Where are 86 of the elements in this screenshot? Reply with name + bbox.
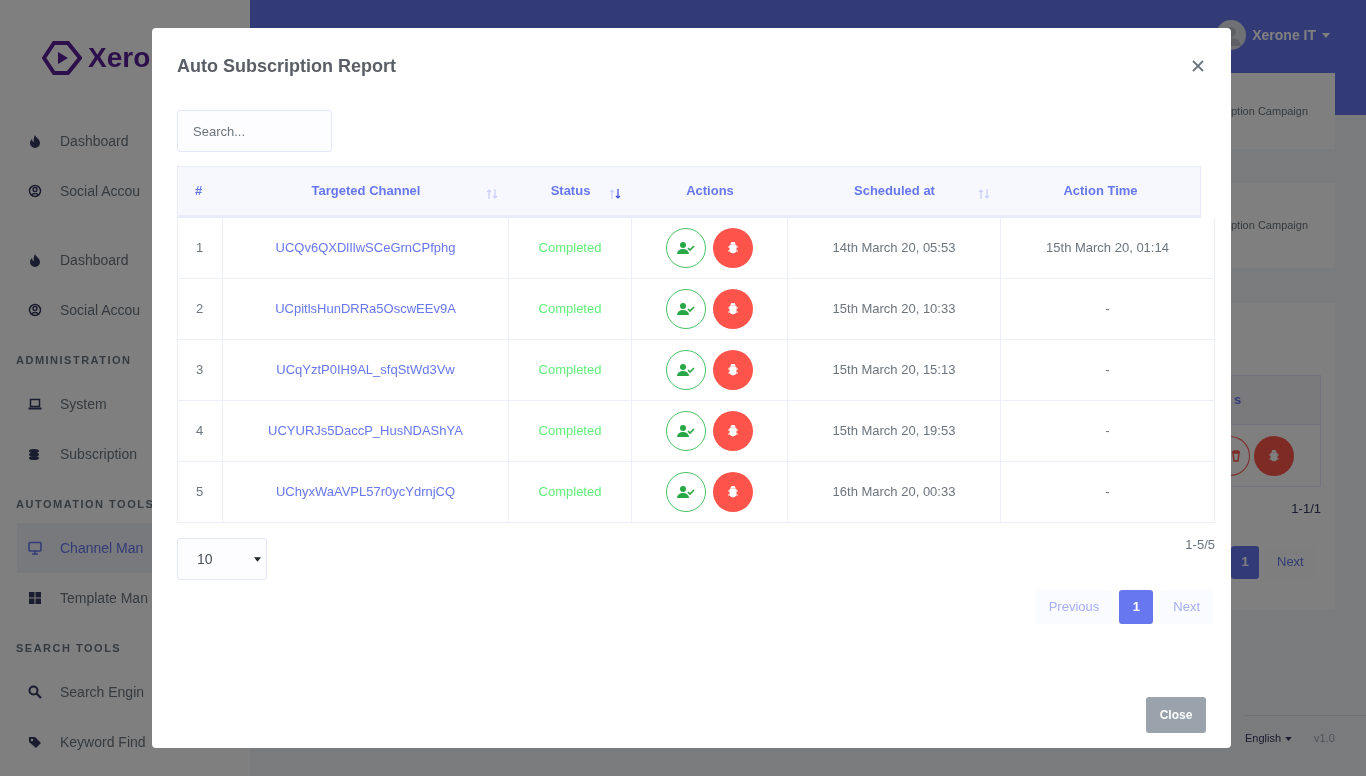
card-title: ption Campaign <box>1231 103 1309 119</box>
grid-icon <box>28 591 42 605</box>
bug-button[interactable] <box>713 411 753 451</box>
scheduled-time: 15th March 20, 19:53 <box>832 422 956 441</box>
user-circle-icon <box>28 303 42 317</box>
tags-icon <box>28 735 42 749</box>
page-size-select[interactable]: 10 <box>177 538 267 580</box>
close-button[interactable]: Close <box>1146 697 1206 733</box>
user-check-icon <box>677 241 695 255</box>
caret-icon <box>254 556 261 562</box>
user-check-icon <box>677 485 695 499</box>
column-header[interactable]: Action Time <box>1063 181 1138 201</box>
status-text: Completed <box>538 483 602 502</box>
sidebar-item[interactable]: Keyword Find <box>0 717 250 767</box>
bug-button[interactable] <box>1254 435 1294 476</box>
coins-icon <box>28 447 42 461</box>
status-text: Completed <box>538 361 602 380</box>
monitor-icon <box>28 541 42 555</box>
scheduled-time: 15th March 20, 15:13 <box>832 361 956 380</box>
status-text: Completed <box>538 300 602 319</box>
action-time: - <box>1105 300 1110 319</box>
close-icon <box>1192 60 1204 72</box>
user-check-icon <box>677 363 695 377</box>
page-button[interactable]: 1 <box>1119 590 1154 624</box>
page-button[interactable]: 1 <box>1231 545 1259 579</box>
search-icon <box>28 685 42 699</box>
channel-link[interactable]: UCqYztP0IH9AL_sfqStWd3Vw <box>276 360 455 380</box>
flame-icon <box>28 253 42 267</box>
scheduled-time: 14th March 20, 05:53 <box>832 239 956 258</box>
action-time: - <box>1105 361 1110 380</box>
caret-icon <box>1322 32 1330 38</box>
page-count: 1-1/1 <box>1290 500 1321 518</box>
search-field[interactable]: Search... <box>177 110 332 152</box>
row-number: 3 <box>196 361 204 380</box>
bug-icon <box>727 303 739 315</box>
page-button[interactable]: Next <box>1160 590 1213 624</box>
play-logo-icon <box>42 41 82 75</box>
logo-text: Xero <box>88 44 151 72</box>
user-name[interactable]: Xerone IT <box>1252 24 1316 46</box>
user-check-icon <box>677 302 695 316</box>
bug-icon <box>727 425 739 437</box>
modal-title: Auto Subscription Report <box>177 54 396 78</box>
page-button[interactable]: Previous <box>1035 590 1113 624</box>
row-number: 5 <box>196 483 204 502</box>
card-title: ption Campaign <box>1231 218 1309 234</box>
status-text: Completed <box>538 422 602 441</box>
bug-icon <box>1268 449 1280 462</box>
bug-button[interactable] <box>713 289 753 329</box>
column-header[interactable]: Actions <box>686 181 734 201</box>
action-time: 15th March 20, 01:14 <box>1046 239 1169 258</box>
column-header[interactable]: Status <box>550 181 591 201</box>
scheduled-time: 15th March 20, 10:33 <box>832 300 956 319</box>
bug-button[interactable] <box>713 228 753 268</box>
bug-button[interactable] <box>713 350 753 390</box>
action-time: - <box>1105 422 1110 441</box>
channel-link[interactable]: UCQv6QXDlIlwSCeGrnCPfphg <box>275 238 456 258</box>
status-text: Completed <box>538 239 602 258</box>
bug-icon <box>727 364 739 376</box>
column-header[interactable]: Scheduled at <box>854 181 935 201</box>
bug-icon <box>727 242 739 254</box>
section-header: ADMINISTRATION <box>16 352 132 368</box>
column-header[interactable]: # <box>195 181 203 201</box>
trash-icon <box>1230 449 1241 462</box>
column-header[interactable]: Targeted Channel <box>311 181 421 201</box>
section-header: SEARCH TOOLS <box>16 640 122 656</box>
sidebar-item[interactable]: Search Engin <box>0 667 250 717</box>
channel-link[interactable]: UCpitlsHunDRRa5OscwEEv9A <box>275 299 456 319</box>
user-circle-icon <box>28 184 42 198</box>
flame-icon <box>28 134 42 148</box>
bug-icon <box>727 486 739 498</box>
channel-link[interactable]: UChyxWaAVPL57r0ycYdrnjCQ <box>275 482 456 502</box>
section-header: AUTOMATION TOOLS <box>16 496 155 512</box>
language-dropdown[interactable]: English <box>1245 730 1293 747</box>
caret-icon <box>1285 736 1293 741</box>
row-number: 2 <box>196 300 204 319</box>
action-time: - <box>1105 483 1110 502</box>
user-check-icon <box>677 424 695 438</box>
page-count: 1-5/5 <box>1185 536 1215 554</box>
row-number: 4 <box>196 422 204 441</box>
channel-link[interactable]: UCYURJs5DaccP_HusNDAShYA <box>268 421 463 441</box>
scheduled-time: 16th March 20, 00:33 <box>832 483 956 502</box>
column-header: s <box>1234 391 1242 410</box>
bug-button[interactable] <box>713 472 753 512</box>
laptop-icon <box>28 397 42 411</box>
close-button[interactable] <box>1190 58 1206 74</box>
row-number: 1 <box>196 239 204 258</box>
